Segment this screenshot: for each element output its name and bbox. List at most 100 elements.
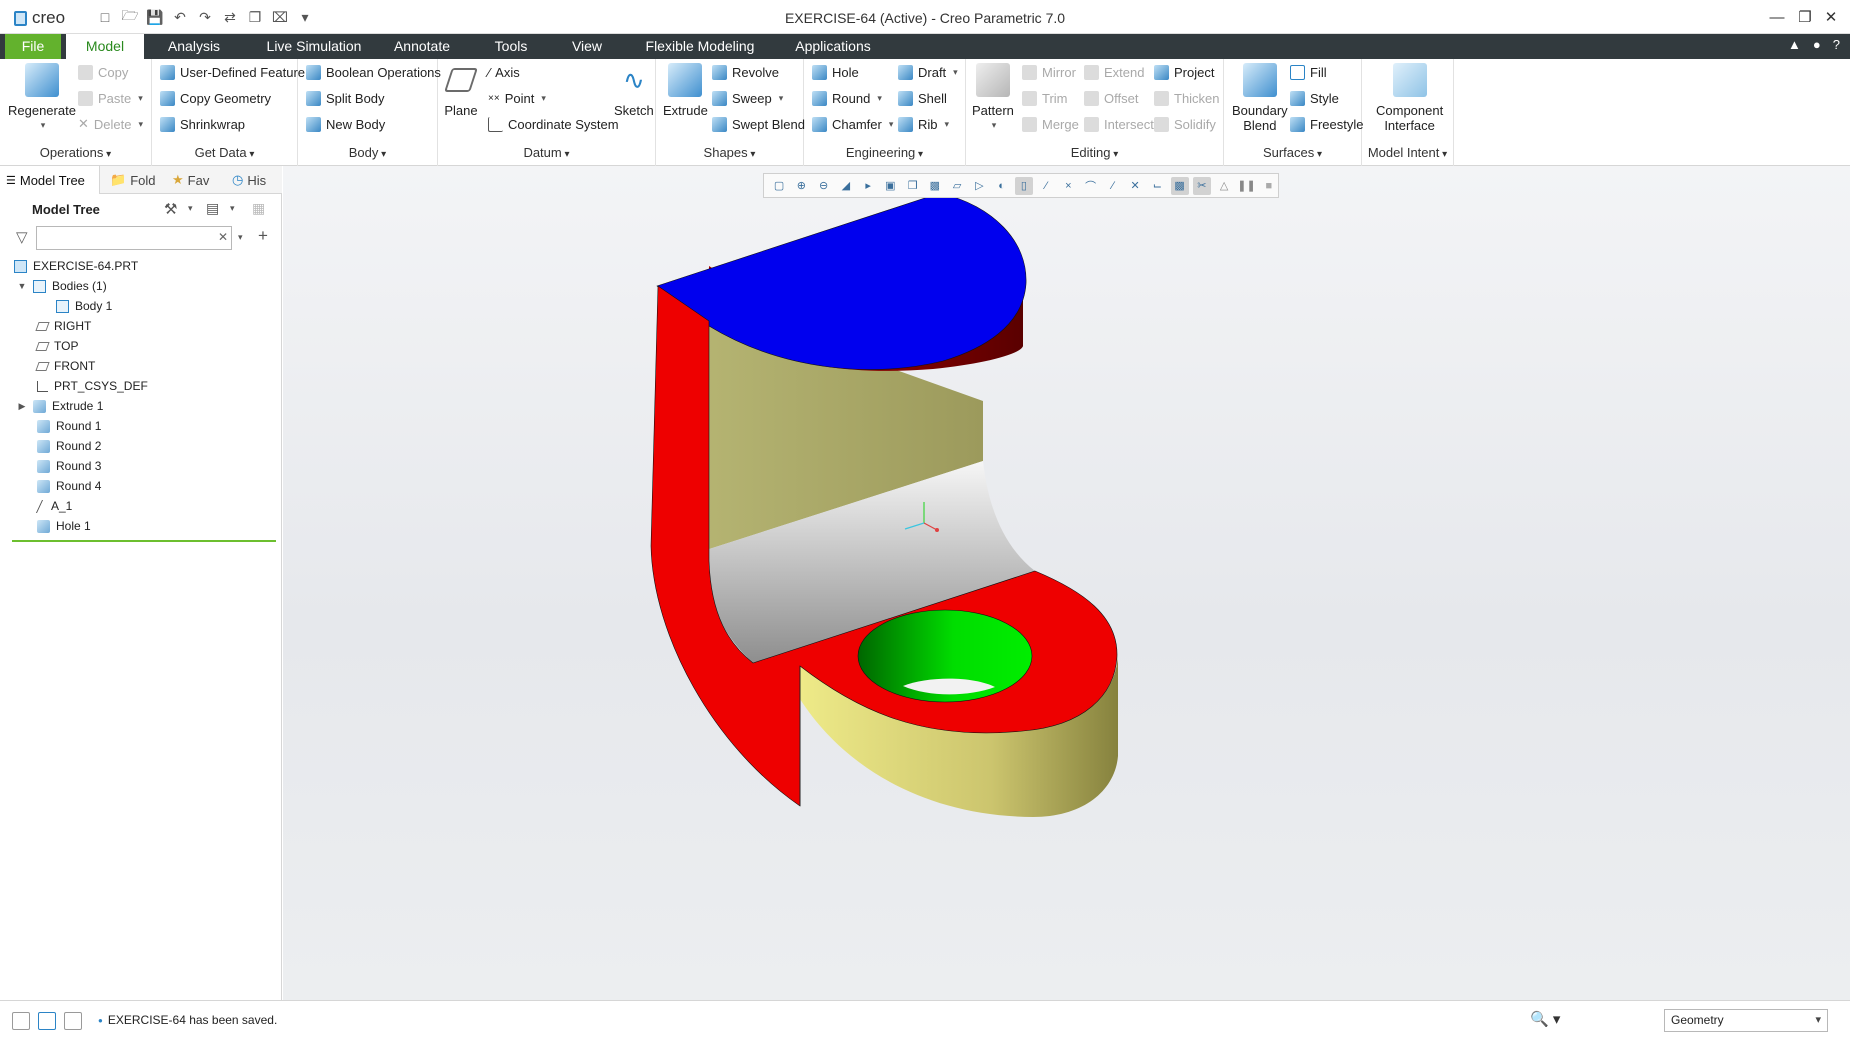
group-label-editing[interactable]: Editing bbox=[966, 145, 1223, 160]
boolean-operations-button[interactable]: Boolean Operations bbox=[306, 62, 441, 82]
tree-item-bodies[interactable]: ▼ Bodies (1) bbox=[17, 276, 107, 296]
tree-item-axis[interactable]: A_1 bbox=[35, 496, 72, 516]
axis-button[interactable]: ⁄ Axis bbox=[488, 62, 520, 82]
tree-item-round-4[interactable]: Round 4 bbox=[37, 476, 101, 496]
tree-item-right[interactable]: RIGHT bbox=[35, 316, 91, 336]
pattern-button[interactable]: Pattern ▾ bbox=[972, 63, 1014, 133]
refit-icon[interactable]: ▢ bbox=[770, 177, 788, 195]
draft-button[interactable]: Draft ▾ bbox=[898, 62, 958, 82]
plane-button[interactable]: Plane bbox=[444, 63, 478, 118]
solidify-button[interactable]: Solidify bbox=[1154, 114, 1216, 134]
find-icon[interactable]: 🔍 ▾ bbox=[1530, 1010, 1570, 1032]
split-body-button[interactable]: Split Body bbox=[306, 88, 385, 108]
group-label-datum[interactable]: Datum bbox=[438, 145, 655, 160]
warning-icon[interactable]: △ bbox=[1215, 177, 1233, 195]
regenerate-button[interactable]: Regenerate ▾ bbox=[8, 63, 76, 133]
swept-blend-button[interactable]: Swept Blend bbox=[712, 114, 805, 134]
tab-history[interactable]: ◷ His bbox=[226, 166, 282, 194]
tree-item-round-1[interactable]: Round 1 bbox=[37, 416, 101, 436]
hole-button[interactable]: Hole bbox=[812, 62, 859, 82]
annotation-display-icon[interactable]: ∕ bbox=[1104, 177, 1122, 195]
sweep-button[interactable]: Sweep ▾ bbox=[712, 88, 783, 108]
mirror-button[interactable]: Mirror bbox=[1022, 62, 1076, 82]
intersect-button[interactable]: Intersect bbox=[1084, 114, 1154, 134]
revolve-button[interactable]: Revolve bbox=[712, 62, 779, 82]
tab-flexible-modeling[interactable]: Flexible Modeling bbox=[640, 34, 760, 59]
axis-display-icon[interactable]: ⁄ bbox=[1037, 177, 1055, 195]
delete-button[interactable]: ✕ Delete ▾ bbox=[78, 114, 143, 134]
tab-applications[interactable]: Applications bbox=[790, 34, 876, 59]
round-button[interactable]: Round ▾ bbox=[812, 88, 882, 108]
group-label-model-intent[interactable]: Model Intent bbox=[1362, 145, 1453, 160]
search-input[interactable] bbox=[36, 226, 232, 250]
offset-button[interactable]: Offset bbox=[1084, 88, 1138, 108]
repaint-icon[interactable]: ◢ bbox=[837, 177, 855, 195]
help-icon[interactable]: ? bbox=[1833, 37, 1840, 52]
expand-icon[interactable]: ▶ bbox=[17, 401, 27, 412]
chevron-down-icon[interactable]: ▾ bbox=[230, 203, 235, 214]
sketch-button[interactable]: ∿ Sketch bbox=[614, 63, 654, 118]
tab-view[interactable]: View bbox=[562, 34, 612, 59]
group-label-get-data[interactable]: Get Data bbox=[152, 145, 297, 160]
shrinkwrap-button[interactable]: Shrinkwrap bbox=[160, 114, 245, 134]
stop-icon[interactable]: ■ bbox=[1260, 177, 1278, 195]
chevron-down-icon[interactable]: ▾ bbox=[188, 203, 193, 214]
component-interface-button[interactable]: Component Interface bbox=[1376, 63, 1443, 133]
perspective-icon[interactable]: ▸ bbox=[859, 177, 877, 195]
section-icon[interactable]: ◐ bbox=[993, 177, 1011, 195]
collapse-icon[interactable]: ▼ bbox=[17, 281, 27, 291]
toggle-navigator-icon[interactable] bbox=[12, 1012, 30, 1030]
minimize-ribbon-icon[interactable]: ▲ bbox=[1788, 37, 1801, 52]
freestyle-button[interactable]: Freestyle bbox=[1290, 114, 1363, 134]
style-button[interactable]: Style bbox=[1290, 88, 1339, 108]
display-style-icon[interactable]: ▣ bbox=[881, 177, 899, 195]
project-button[interactable]: Project bbox=[1154, 62, 1214, 82]
named-views-icon[interactable]: ▷ bbox=[970, 177, 988, 195]
coordinate-system-button[interactable]: Coordinate System bbox=[488, 114, 619, 134]
filter-icon[interactable]: ▽ bbox=[16, 228, 28, 246]
chamfer-button[interactable]: Chamfer ▾ bbox=[812, 114, 893, 134]
tab-tools[interactable]: Tools bbox=[484, 34, 538, 59]
new-body-button[interactable]: New Body bbox=[306, 114, 385, 134]
selection-filter-select[interactable]: Geometry bbox=[1664, 1009, 1828, 1032]
rib-button[interactable]: Rib ▾ bbox=[898, 114, 949, 134]
csys-tag-icon[interactable]: ⌙ bbox=[1148, 177, 1166, 195]
tree-item-extrude-1[interactable]: ▶ Extrude 1 bbox=[17, 396, 104, 416]
close-icon[interactable]: ✕ bbox=[1816, 5, 1846, 29]
tab-file[interactable]: File bbox=[5, 34, 61, 59]
tree-settings-icon[interactable]: ⚒ bbox=[164, 200, 177, 218]
chevron-down-icon[interactable]: ▾ bbox=[238, 232, 243, 243]
add-icon[interactable]: + bbox=[258, 226, 268, 246]
tab-model[interactable]: Model bbox=[66, 34, 144, 59]
view-manager-icon[interactable]: ▩ bbox=[926, 177, 944, 195]
tree-item-top[interactable]: TOP bbox=[35, 336, 78, 356]
saved-orientations-icon[interactable]: ❒ bbox=[904, 177, 922, 195]
model-display-icon[interactable]: ▩ bbox=[1170, 176, 1189, 195]
trim-button[interactable]: Trim bbox=[1022, 88, 1068, 108]
group-label-shapes[interactable]: Shapes bbox=[656, 145, 803, 160]
extrude-button[interactable]: Extrude bbox=[663, 63, 708, 118]
clear-search-icon[interactable]: ✕ bbox=[218, 230, 228, 244]
point-button[interactable]: ×× Point ▾ bbox=[488, 88, 546, 108]
tab-annotate[interactable]: Annotate bbox=[386, 34, 458, 59]
tree-item-round-2[interactable]: Round 2 bbox=[37, 436, 101, 456]
extend-button[interactable]: Extend bbox=[1084, 62, 1144, 82]
zoom-in-icon[interactable]: ⊕ bbox=[792, 177, 810, 195]
tree-item-hole-1[interactable]: Hole 1 bbox=[37, 516, 91, 536]
fill-button[interactable]: Fill bbox=[1290, 62, 1327, 82]
show-icon[interactable]: ▤ bbox=[206, 200, 219, 217]
shell-button[interactable]: Shell bbox=[898, 88, 947, 108]
insert-indicator[interactable] bbox=[12, 540, 276, 542]
full-screen-icon[interactable] bbox=[64, 1012, 82, 1030]
tree-item-part[interactable]: EXERCISE-64.PRT bbox=[14, 256, 138, 276]
tab-model-tree[interactable]: ☰ Model Tree bbox=[0, 166, 100, 194]
group-label-engineering[interactable]: Engineering bbox=[804, 145, 965, 160]
csys-display-icon[interactable]: ⌒ bbox=[1082, 177, 1100, 195]
tab-folder-browser[interactable]: 📁 Fold bbox=[104, 166, 162, 194]
merge-button[interactable]: Merge bbox=[1022, 114, 1079, 134]
graphics-viewport[interactable]: ▢ ⊕ ⊖ ◢ ▸ ▣ ❒ ▩ ▱ ▷ ◐ ▯ ⁄ × ⌒ ∕ ✕ ⌙ ▩ ✂ … bbox=[283, 166, 1850, 1000]
cut-display-icon[interactable]: ✂ bbox=[1192, 176, 1211, 195]
tree-columns-icon[interactable]: ▦ bbox=[252, 200, 265, 217]
tree-item-csys[interactable]: PRT_CSYS_DEF bbox=[37, 376, 148, 396]
boundary-blend-button[interactable]: Boundary Blend bbox=[1232, 63, 1288, 133]
